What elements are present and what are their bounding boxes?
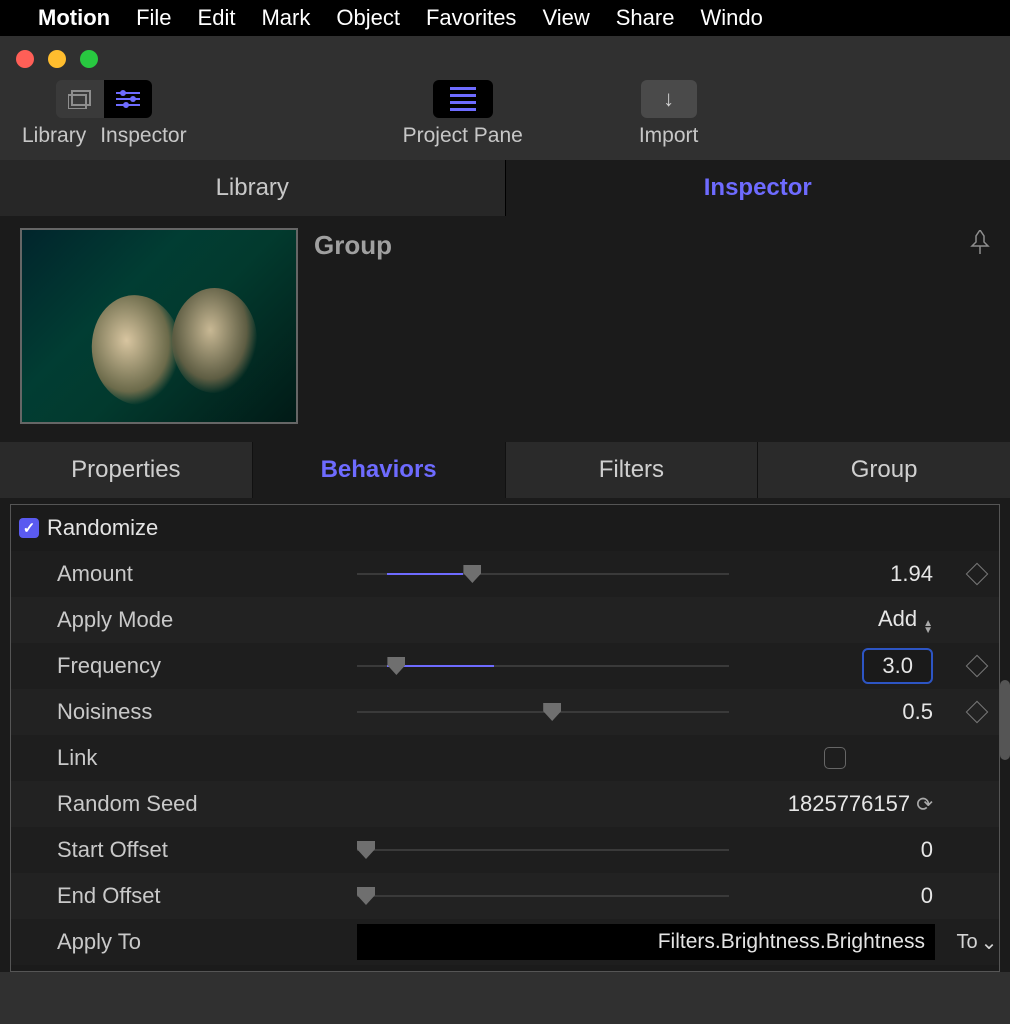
download-arrow-icon: ↓ <box>663 86 674 112</box>
end-offset-label: End Offset <box>57 883 357 909</box>
behavior-section-title: Randomize <box>47 515 158 541</box>
param-row-frequency: Frequency 3.0 <box>11 643 999 689</box>
link-label: Link <box>57 745 357 771</box>
toolbar: Library Inspector Project Pane ↓ Import <box>0 74 1010 160</box>
menu-share[interactable]: Share <box>616 5 675 31</box>
amount-keyframe-icon[interactable] <box>966 563 989 586</box>
apply-mode-label: Apply Mode <box>57 607 357 633</box>
frequency-label: Frequency <box>57 653 357 679</box>
toolbar-library-inspector-group: Library Inspector <box>22 80 187 148</box>
tab-filters[interactable]: Filters <box>506 442 759 498</box>
window-close-button[interactable] <box>16 50 34 68</box>
import-button[interactable]: ↓ <box>641 80 697 118</box>
start-offset-value[interactable]: 0 <box>737 837 947 863</box>
amount-value[interactable]: 1.94 <box>737 561 947 587</box>
window-zoom-button[interactable] <box>80 50 98 68</box>
inspector-header: Group <box>0 216 1010 442</box>
sliders-icon <box>116 89 140 109</box>
window-minimize-button[interactable] <box>48 50 66 68</box>
property-tabs: Properties Behaviors Filters Group <box>0 442 1010 498</box>
menu-window[interactable]: Windo <box>700 5 762 31</box>
menu-object[interactable]: Object <box>336 5 400 31</box>
param-row-apply-to: Apply To Filters.Brightness.Brightness T… <box>11 919 999 965</box>
frequency-value-input[interactable]: 3.0 <box>862 648 933 684</box>
noisiness-value[interactable]: 0.5 <box>737 699 947 725</box>
end-offset-value[interactable]: 0 <box>737 883 947 909</box>
library-toolbar-button[interactable] <box>56 80 104 118</box>
mac-menubar: Motion File Edit Mark Object Favorites V… <box>0 0 1010 36</box>
import-label: Import <box>639 124 699 148</box>
tab-library[interactable]: Library <box>0 160 506 216</box>
apply-to-picker-button[interactable]: To⌄ <box>947 930 1007 955</box>
start-offset-label: Start Offset <box>57 837 357 863</box>
menu-edit[interactable]: Edit <box>198 5 236 31</box>
param-row-amount: Amount 1.94 <box>11 551 999 597</box>
link-checkbox[interactable] <box>824 747 846 769</box>
menu-file[interactable]: File <box>136 5 171 31</box>
amount-slider[interactable] <box>357 565 737 583</box>
apply-to-field[interactable]: Filters.Brightness.Brightness <box>357 924 935 960</box>
param-row-link: Link <box>11 735 999 781</box>
menu-mark[interactable]: Mark <box>261 5 310 31</box>
apply-to-label: Apply To <box>57 929 357 955</box>
menu-favorites[interactable]: Favorites <box>426 5 516 31</box>
behavior-enable-checkbox[interactable]: ✓ <box>19 518 39 538</box>
inspector-toolbar-label: Inspector <box>100 124 186 148</box>
behavior-parameters: ✓ Randomize Amount 1.94 Apply Mode A <box>10 504 1000 972</box>
chevron-down-icon: ⌄ <box>981 930 998 955</box>
noisiness-label: Noisiness <box>57 699 357 725</box>
vertical-scrollbar[interactable] <box>1000 680 1010 760</box>
frequency-slider[interactable] <box>357 657 737 675</box>
noisiness-keyframe-icon[interactable] <box>966 701 989 724</box>
traffic-lights <box>0 36 1010 74</box>
param-row-apply-mode: Apply Mode Add▲▼ <box>11 597 999 643</box>
tab-inspector[interactable]: Inspector <box>506 160 1010 216</box>
project-pane-label: Project Pane <box>403 124 523 148</box>
menu-view[interactable]: View <box>542 5 589 31</box>
app-name[interactable]: Motion <box>38 5 110 31</box>
behavior-section-header[interactable]: ✓ Randomize <box>11 505 999 551</box>
end-offset-slider[interactable] <box>357 887 737 905</box>
layer-thumbnail[interactable] <box>20 228 298 424</box>
frequency-keyframe-icon[interactable] <box>966 655 989 678</box>
param-row-random-seed: Random Seed 1825776157 ⟳ <box>11 781 999 827</box>
pin-icon[interactable] <box>970 228 990 260</box>
select-stepper-icon: ▲▼ <box>923 620 933 634</box>
random-seed-label: Random Seed <box>57 791 357 817</box>
amount-label: Amount <box>57 561 357 587</box>
app-window: Library Inspector Project Pane ↓ Import … <box>0 36 1010 1024</box>
project-pane-group: Project Pane <box>403 80 523 148</box>
regenerate-seed-icon[interactable]: ⟳ <box>916 794 933 816</box>
param-row-start-offset: Start Offset 0 <box>11 827 999 873</box>
param-row-end-offset: End Offset 0 <box>11 873 999 919</box>
import-group: ↓ Import <box>639 80 699 148</box>
inspector-toolbar-button[interactable] <box>104 80 152 118</box>
param-row-noisiness: Noisiness 0.5 <box>11 689 999 735</box>
side-panel: Library Inspector Group Properties Behav… <box>0 160 1010 972</box>
library-toolbar-label: Library <box>22 124 86 148</box>
start-offset-slider[interactable] <box>357 841 737 859</box>
apply-mode-select[interactable]: Add▲▼ <box>737 606 947 634</box>
list-lines-icon <box>450 87 476 111</box>
stack-icon <box>68 89 92 109</box>
project-pane-button[interactable] <box>433 80 493 118</box>
tab-group[interactable]: Group <box>758 442 1010 498</box>
random-seed-value[interactable]: 1825776157 ⟳ <box>737 791 947 817</box>
tab-properties[interactable]: Properties <box>0 442 253 498</box>
layer-title: Group <box>314 228 392 261</box>
noisiness-slider[interactable] <box>357 703 737 721</box>
side-panel-tabs: Library Inspector <box>0 160 1010 216</box>
tab-behaviors[interactable]: Behaviors <box>253 442 506 498</box>
